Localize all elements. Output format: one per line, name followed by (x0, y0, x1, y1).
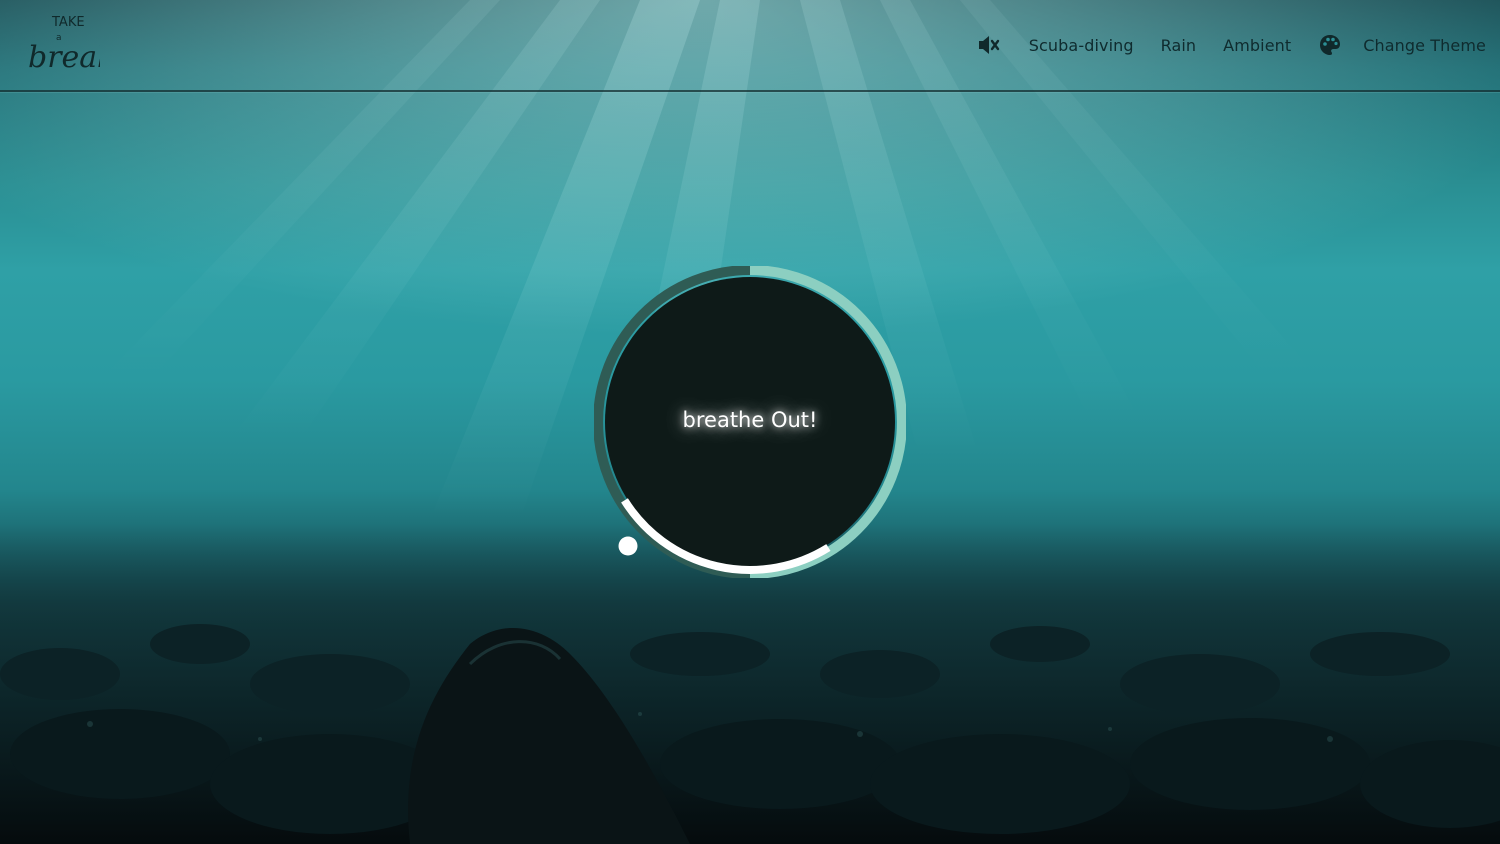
take-a-break-logo[interactable]: TAKE a break (26, 12, 115, 76)
volume-mute-icon[interactable] (976, 32, 1002, 58)
svg-text:TAKE: TAKE (51, 15, 85, 30)
svg-text:break: break (28, 40, 100, 75)
logo-graphic: TAKE a break (28, 15, 115, 75)
breathing-instruction: breathe Out! (682, 408, 818, 432)
app-background: TAKE a break Scuba-diving Rain Ambient (0, 0, 1500, 844)
change-theme-link[interactable]: Change Theme (1363, 36, 1486, 55)
nav-menu: Scuba-diving Rain Ambient Change Theme (976, 0, 1486, 90)
top-navbar: TAKE a break Scuba-diving Rain Ambient (0, 0, 1500, 92)
nav-link-scuba-diving[interactable]: Scuba-diving (1029, 36, 1134, 55)
palette-icon[interactable] (1317, 32, 1343, 58)
breathing-circle: breathe Out! (593, 265, 907, 579)
nav-link-ambient[interactable]: Ambient (1223, 36, 1291, 55)
progress-indicator-dot (618, 536, 638, 556)
nav-link-rain[interactable]: Rain (1161, 36, 1197, 55)
